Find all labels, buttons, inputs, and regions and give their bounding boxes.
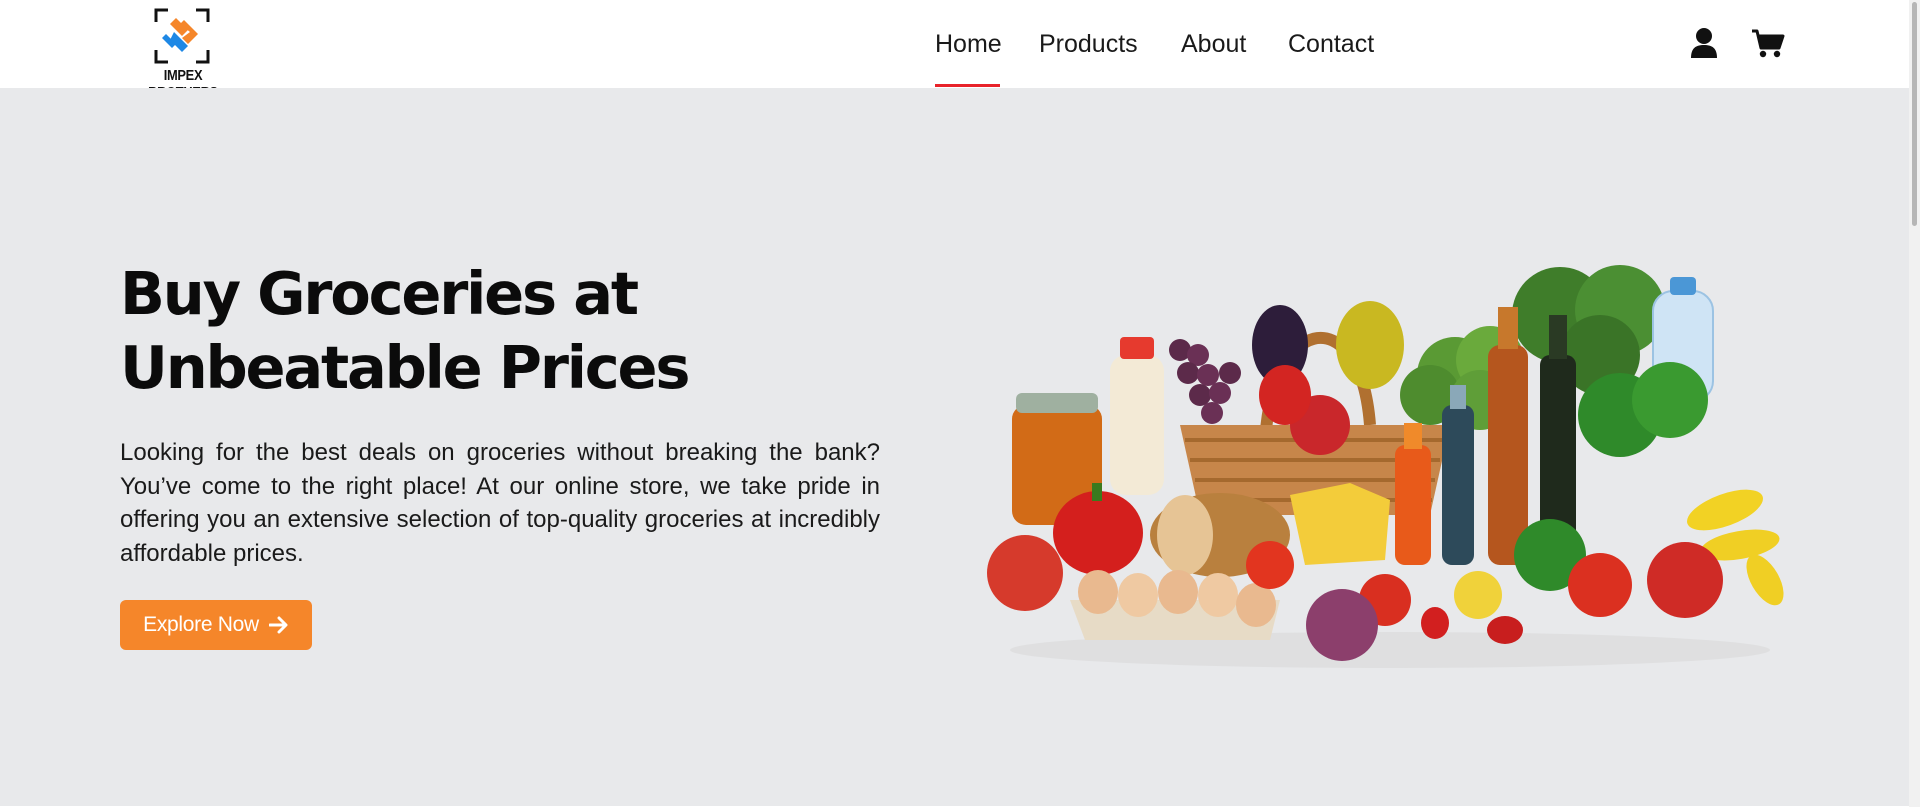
- cart-button[interactable]: [1751, 28, 1785, 64]
- brand-logo-icon: [154, 8, 210, 64]
- site-header: IMPEX BROTHERS Home Products About Conta…: [0, 0, 1920, 101]
- nav-item-home[interactable]: Home: [935, 29, 1002, 59]
- shopping-cart-icon: [1752, 29, 1785, 58]
- hero-title: Buy Groceries at Unbeatable Prices: [120, 259, 690, 402]
- explore-now-button[interactable]: Explore Now: [120, 600, 312, 650]
- nav-item-products[interactable]: Products: [1039, 29, 1138, 59]
- nav-item-about[interactable]: About: [1181, 29, 1246, 59]
- grocery-basket-illustration: [987, 265, 1784, 668]
- page-scrollbar-thumb[interactable]: [1912, 2, 1917, 226]
- nav-item-contact[interactable]: Contact: [1288, 29, 1374, 59]
- arrow-right-icon: [268, 616, 288, 634]
- active-nav-indicator: [935, 84, 1000, 87]
- grocery-basket-image: [980, 255, 1800, 675]
- hero-description: Looking for the best deals on groceries …: [120, 439, 880, 567]
- brand-logo[interactable]: IMPEX BROTHERS: [126, 8, 240, 101]
- user-icon: [1691, 28, 1717, 58]
- explore-now-label: Explore Now: [143, 613, 259, 636]
- user-account-button[interactable]: [1690, 27, 1718, 64]
